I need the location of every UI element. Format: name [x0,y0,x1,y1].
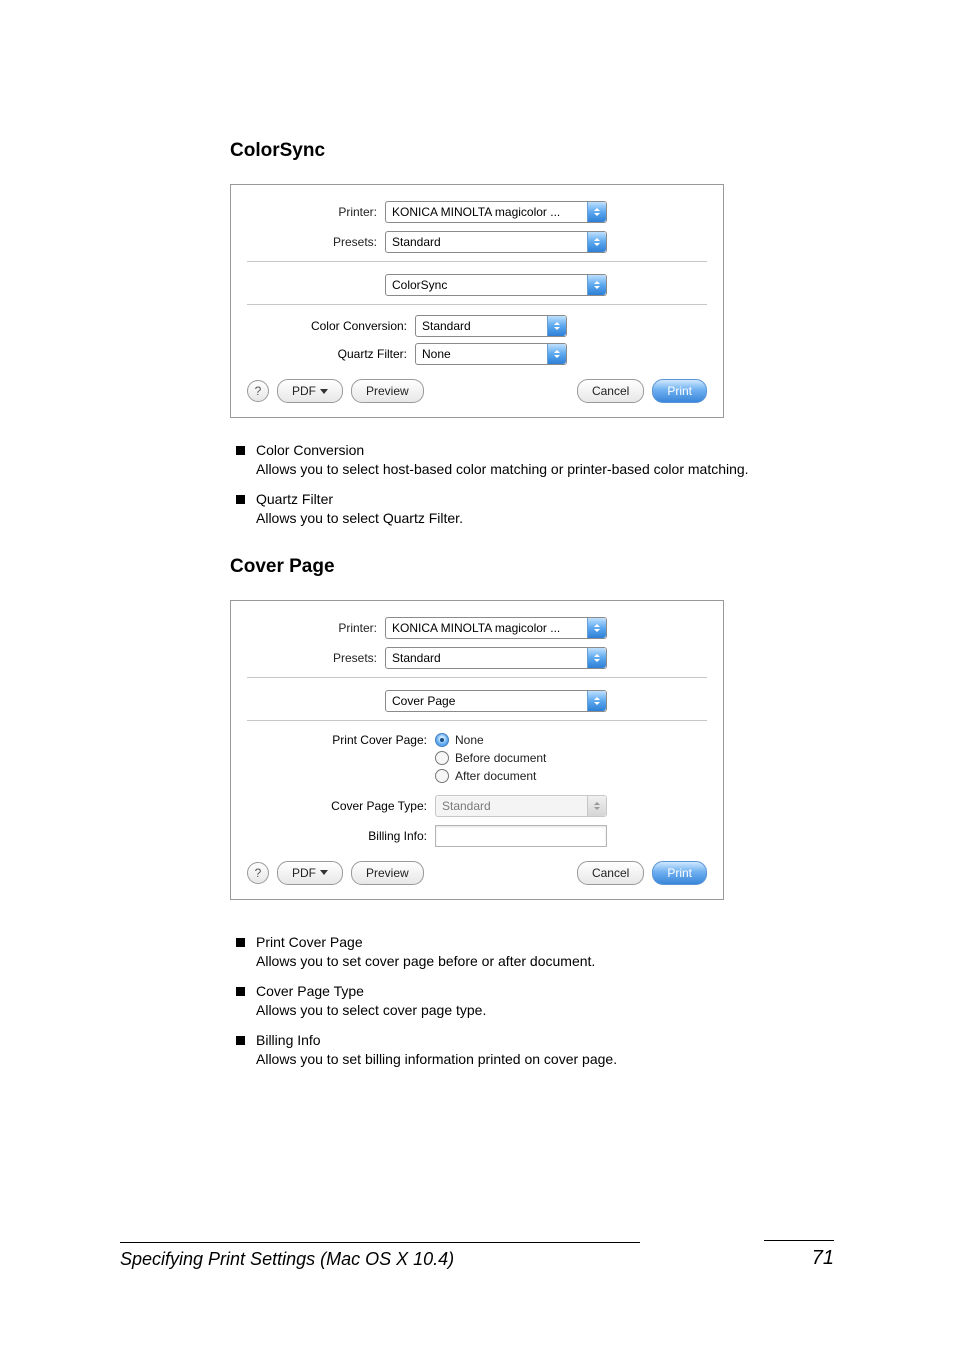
presets-label: Presets: [247,235,385,249]
billing-info-label: Billing Info: [247,829,435,843]
bullet-desc: Allows you to select host-based color ma… [256,460,750,479]
panel-select[interactable]: Cover Page [385,690,607,712]
printer-select-value: KONICA MINOLTA magicolor ... [386,621,587,635]
radio-after-label: After document [455,769,536,783]
chevron-updown-icon [587,796,606,816]
divider [247,677,707,678]
footer-title: Specifying Print Settings (Mac OS X 10.4… [120,1242,640,1270]
cancel-label: Cancel [592,384,629,398]
bullet-term: Print Cover Page [256,934,750,950]
color-conversion-value: Standard [416,319,547,333]
printer-label: Printer: [247,205,385,219]
chevron-updown-icon [547,344,566,364]
chevron-updown-icon [587,618,606,638]
quartz-filter-label: Quartz Filter: [247,347,415,361]
chevron-updown-icon [587,202,606,222]
pdf-label: PDF [292,866,316,880]
help-button[interactable]: ? [247,862,269,884]
dialog-colorsync: Printer: KONICA MINOLTA magicolor ... Pr… [230,184,724,418]
page-footer: Specifying Print Settings (Mac OS X 10.4… [120,1240,834,1270]
dialog-coverpage: Printer: KONICA MINOLTA magicolor ... Pr… [230,600,724,900]
list-item: Print Cover Page Allows you to set cover… [230,934,750,971]
print-label: Print [667,384,692,398]
list-item: Color Conversion Allows you to select ho… [230,442,750,479]
print-button[interactable]: Print [652,379,707,403]
preview-button[interactable]: Preview [351,861,424,885]
chevron-updown-icon [587,648,606,668]
bullet-term: Quartz Filter [256,491,750,507]
presets-select[interactable]: Standard [385,647,607,669]
pdf-menu-button[interactable]: PDF [277,861,343,885]
preview-label: Preview [366,866,409,880]
heading-coverpage: Cover Page [230,556,750,578]
help-button[interactable]: ? [247,380,269,402]
presets-select[interactable]: Standard [385,231,607,253]
coverpage-bullets: Print Cover Page Allows you to set cover… [230,934,750,1069]
divider [247,304,707,305]
chevron-updown-icon [587,232,606,252]
bullet-desc: Allows you to set cover page before or a… [256,952,750,971]
radio-none-label: None [455,733,484,747]
heading-colorsync: ColorSync [230,140,750,162]
panel-select-value: Cover Page [386,694,587,708]
presets-select-value: Standard [386,235,587,249]
bullet-desc: Allows you to select cover page type. [256,1001,750,1020]
colorsync-bullets: Color Conversion Allows you to select ho… [230,442,750,528]
radio-after[interactable]: After document [435,767,546,785]
help-icon: ? [255,384,262,398]
list-item: Quartz Filter Allows you to select Quart… [230,491,750,528]
pdf-menu-button[interactable]: PDF [277,379,343,403]
divider [247,720,707,721]
pdf-label: PDF [292,384,316,398]
cover-page-type-select: Standard [435,795,607,817]
chevron-updown-icon [587,691,606,711]
triangle-down-icon [320,870,328,875]
printer-select[interactable]: KONICA MINOLTA magicolor ... [385,201,607,223]
radio-none[interactable]: None [435,731,546,749]
page-number: 71 [764,1240,834,1270]
panel-select-value: ColorSync [386,278,587,292]
radio-before-label: Before document [455,751,546,765]
radio-icon [435,769,449,783]
cancel-label: Cancel [592,866,629,880]
printer-label: Printer: [247,621,385,635]
cover-page-type-label: Cover Page Type: [247,799,435,813]
quartz-filter-value: None [416,347,547,361]
content-column: ColorSync Printer: KONICA MINOLTA magico… [230,140,750,1068]
bullet-term: Cover Page Type [256,983,750,999]
radio-icon [435,733,449,747]
bullet-desc: Allows you to set billing information pr… [256,1050,750,1069]
chevron-updown-icon [547,316,566,336]
cancel-button[interactable]: Cancel [577,379,644,403]
divider [247,261,707,262]
bullet-term: Billing Info [256,1032,750,1048]
triangle-down-icon [320,389,328,394]
bullet-desc: Allows you to select Quartz Filter. [256,509,750,528]
preview-label: Preview [366,384,409,398]
printer-select[interactable]: KONICA MINOLTA magicolor ... [385,617,607,639]
print-cover-page-radio-group: None Before document After document [435,731,546,785]
color-conversion-select[interactable]: Standard [415,315,567,337]
radio-before[interactable]: Before document [435,749,546,767]
list-item: Billing Info Allows you to set billing i… [230,1032,750,1069]
bullet-term: Color Conversion [256,442,750,458]
radio-icon [435,751,449,765]
print-button[interactable]: Print [652,861,707,885]
page: ColorSync Printer: KONICA MINOLTA magico… [0,0,954,1350]
printer-select-value: KONICA MINOLTA magicolor ... [386,205,587,219]
quartz-filter-select[interactable]: None [415,343,567,365]
chevron-updown-icon [587,275,606,295]
billing-info-field[interactable] [435,825,607,847]
preview-button[interactable]: Preview [351,379,424,403]
panel-select[interactable]: ColorSync [385,274,607,296]
color-conversion-label: Color Conversion: [247,319,415,333]
presets-label: Presets: [247,651,385,665]
cover-page-type-value: Standard [436,799,587,813]
cancel-button[interactable]: Cancel [577,861,644,885]
print-label: Print [667,866,692,880]
list-item: Cover Page Type Allows you to select cov… [230,983,750,1020]
presets-select-value: Standard [386,651,587,665]
print-cover-page-label: Print Cover Page: [247,731,435,747]
help-icon: ? [255,866,262,880]
